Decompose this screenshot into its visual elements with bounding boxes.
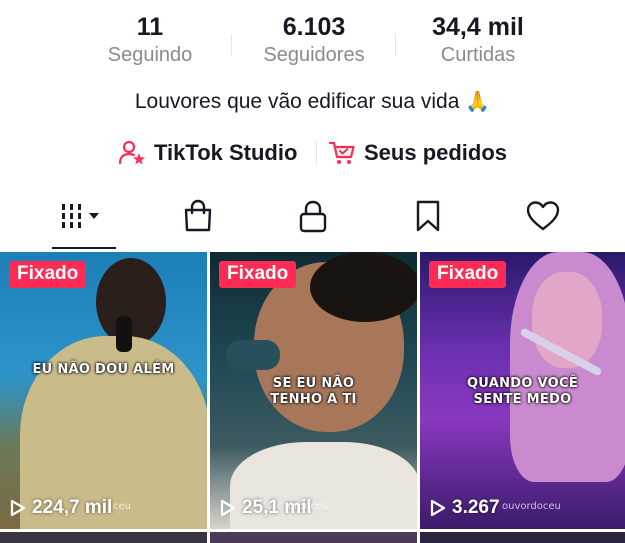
lock-icon	[298, 199, 328, 238]
watermark: ouvordoceu	[502, 501, 561, 512]
microphone-shape	[226, 340, 280, 370]
profile-stats: 11 Seguindo 6.103 Seguidores 34,4 mil Cu…	[0, 12, 625, 72]
video-grid: Fixado EU NÃO DOU ALÉM 224,7 mil ceu Fix…	[0, 252, 625, 543]
tab-liked[interactable]	[513, 198, 573, 238]
view-count: 224,7 mil	[10, 497, 112, 519]
likes-count: 34,4 mil	[432, 13, 524, 41]
tiktok-studio-link[interactable]: TikTok Studio	[118, 136, 297, 170]
play-icon	[220, 499, 236, 517]
tab-shop[interactable]	[168, 198, 228, 238]
orders-label: Seus pedidos	[364, 140, 508, 165]
watermark: ceu	[113, 501, 131, 512]
singer-hair	[310, 252, 417, 322]
likes-label: Curtidas	[440, 44, 516, 66]
stat-divider	[395, 34, 396, 56]
pinned-badge: Fixado	[429, 261, 507, 288]
bookmark-icon	[414, 199, 442, 238]
video-caption-line: QUANDO VOCÊ	[466, 376, 579, 391]
video-thumbnail[interactable]: Fixado QUANDO VOCÊ SENTE MEDO 3.267 ouvo…	[420, 252, 625, 529]
video-caption-line: TENHO A TI	[270, 392, 357, 407]
following-count: 11	[136, 13, 164, 41]
following-stat[interactable]: 11 Seguindo	[80, 12, 220, 68]
shopping-bag-icon	[182, 199, 214, 238]
video-caption: QUANDO VOCÊ SENTE MEDO	[420, 376, 625, 408]
stat-divider	[231, 34, 232, 56]
person-star-icon	[118, 139, 146, 167]
view-count-text: 3.267	[452, 497, 500, 518]
video-caption-line: SE EU NÃO	[272, 376, 355, 391]
watermark: ordoceu	[288, 501, 329, 512]
praying-hands-emoji: 🙏	[465, 91, 491, 113]
profile-tabs	[0, 192, 625, 250]
video-caption-line: SENTE MEDO	[473, 392, 572, 407]
tiktok-studio-label: TikTok Studio	[154, 140, 298, 165]
profile-bio: Louvores que vão edificar sua vida 🙏	[0, 88, 625, 116]
next-row-thumbnail[interactable]	[210, 532, 417, 543]
followers-label: Seguidores	[263, 44, 365, 66]
video-thumbnail[interactable]: Fixado SE EU NÃO TENHO A TI 25,1 mil ord…	[210, 252, 417, 529]
next-row-thumbnail[interactable]	[0, 532, 207, 543]
video-caption: SE EU NÃO TENHO A TI	[210, 376, 417, 408]
tab-private[interactable]	[283, 198, 343, 238]
pinned-badge: Fixado	[219, 261, 297, 288]
tab-videos[interactable]	[52, 198, 112, 238]
video-caption: EU NÃO DOU ALÉM	[32, 362, 175, 377]
likes-stat[interactable]: 34,4 mil Curtidas	[408, 12, 548, 68]
followers-stat[interactable]: 6.103 Seguidores	[244, 12, 384, 68]
cart-icon	[328, 139, 356, 167]
view-count: 3.267	[430, 497, 500, 519]
next-row-thumbnail[interactable]	[420, 532, 625, 543]
tab-saved[interactable]	[398, 198, 458, 238]
orders-link[interactable]: Seus pedidos	[328, 136, 507, 170]
videos-grid-icon	[59, 201, 105, 236]
view-count-text: 224,7 mil	[32, 497, 113, 518]
video-thumbnail[interactable]: Fixado EU NÃO DOU ALÉM 224,7 mil ceu	[0, 252, 207, 529]
heart-icon	[525, 200, 561, 237]
following-label: Seguindo	[107, 44, 193, 66]
bio-text: Louvores que vão edificar sua vida	[134, 90, 460, 113]
profile-links: TikTok Studio Seus pedidos	[0, 136, 625, 170]
pinned-badge: Fixado	[9, 261, 87, 288]
active-tab-indicator	[52, 247, 116, 249]
followers-count: 6.103	[282, 13, 346, 41]
microphone-shape	[116, 316, 132, 352]
link-divider	[316, 142, 317, 164]
play-icon	[10, 499, 26, 517]
play-icon	[430, 499, 446, 517]
